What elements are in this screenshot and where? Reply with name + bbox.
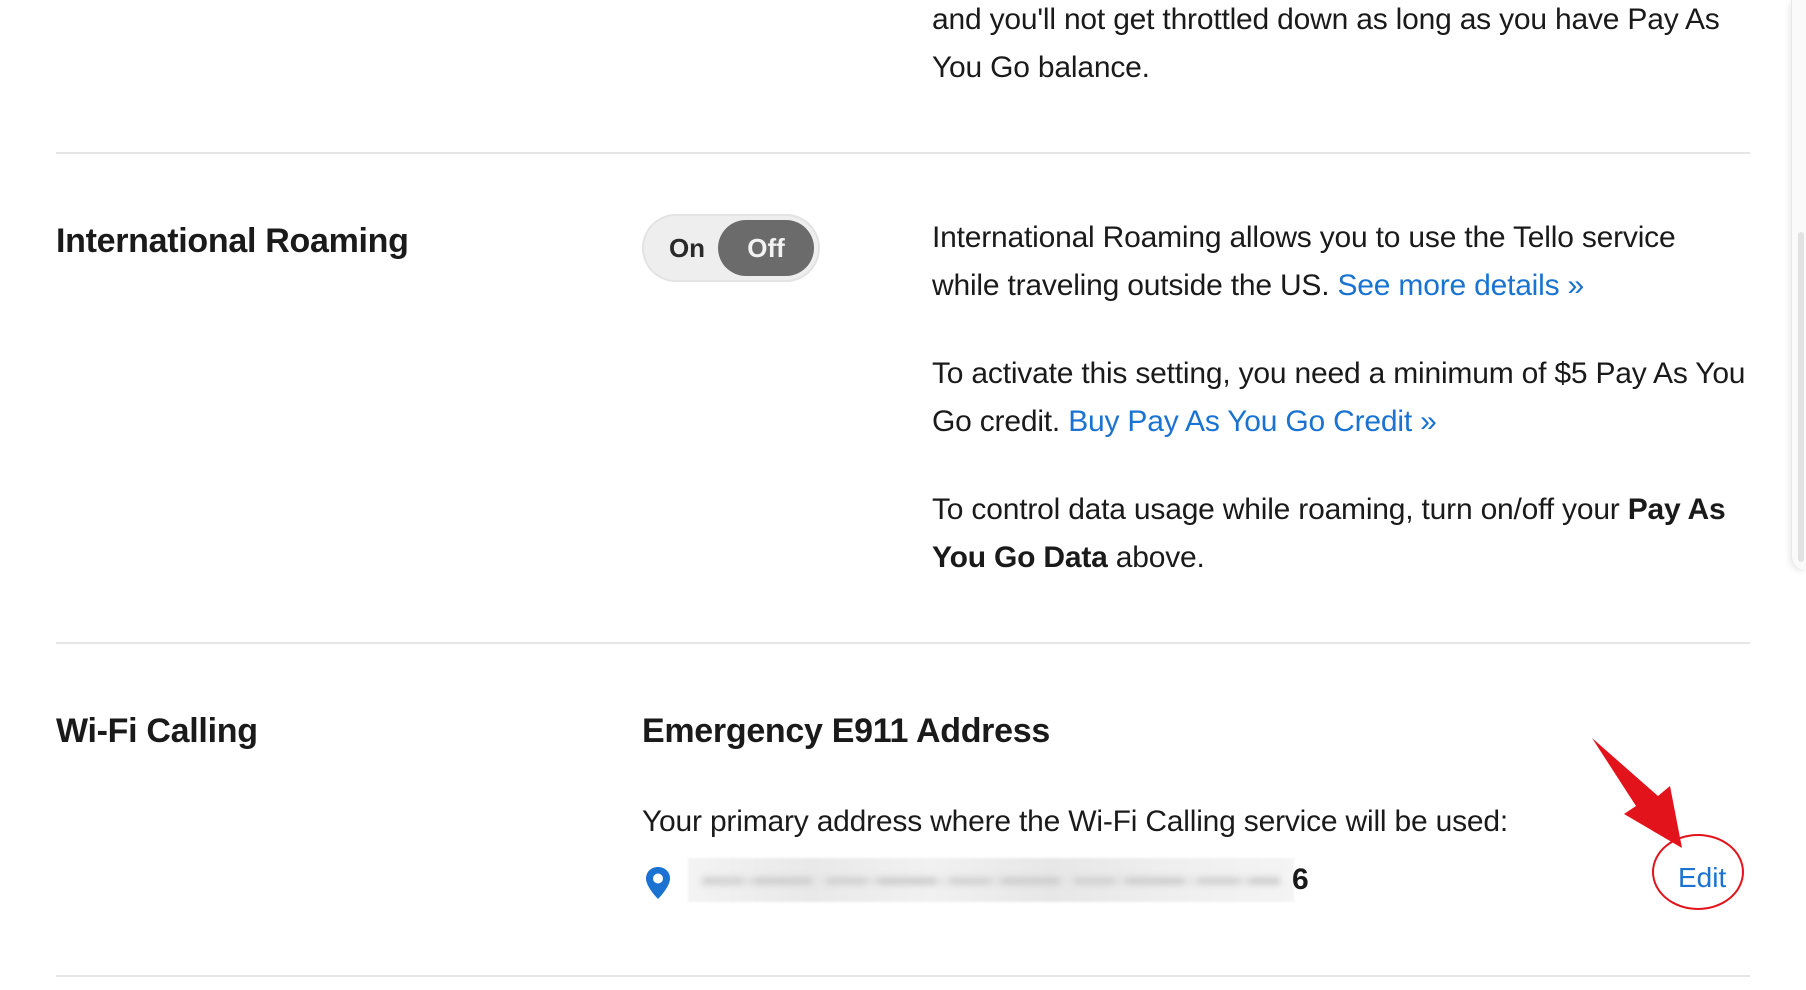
scrollbar-thumb[interactable] <box>1798 232 1804 562</box>
roaming-credit-text: Go credit. <box>932 405 1061 438</box>
roaming-credit-line1: To activate this setting, you need a min… <box>932 357 1746 390</box>
toggle-on-option[interactable]: On <box>650 220 724 276</box>
roaming-description: International Roaming allows you to use … <box>932 214 1762 310</box>
see-more-details-link[interactable]: See more details » <box>1338 269 1585 302</box>
redacted-address <box>688 858 1294 902</box>
toggle-off-option[interactable]: Off <box>718 220 814 276</box>
roaming-description-line1: International Roaming allows you to use … <box>932 221 1676 254</box>
international-roaming-toggle[interactable]: On Off <box>642 214 820 282</box>
international-roaming-title: International Roaming <box>56 222 409 260</box>
section-divider <box>56 152 1750 154</box>
roaming-data-note-bold1: Pay As <box>1627 493 1726 526</box>
roaming-data-note-line1: To control data usage while roaming, tur… <box>932 486 1762 534</box>
roaming-data-note-tail: above. <box>1115 541 1205 574</box>
section-divider <box>56 642 1750 644</box>
red-arrow-icon <box>1592 738 1682 848</box>
roaming-description-text: while traveling outside the US. <box>932 269 1330 302</box>
pay-as-you-go-description-line1: and you'll not get throttled down as lon… <box>932 3 1720 36</box>
roaming-credit-requirement: To activate this setting, you need a min… <box>932 350 1762 446</box>
pay-as-you-go-description-line2: You Go balance. <box>932 51 1150 84</box>
section-divider <box>56 975 1750 977</box>
emergency-address-heading: Emergency E911 Address <box>642 712 1050 750</box>
pay-as-you-go-description: and you'll not get throttled down as lon… <box>932 0 1752 92</box>
address-tail: 6 <box>1292 863 1309 896</box>
wifi-calling-title: Wi-Fi Calling <box>56 712 258 750</box>
roaming-data-usage-note: To control data usage while roaming, tur… <box>932 486 1762 582</box>
address-intro: Your primary address where the Wi-Fi Cal… <box>642 805 1509 838</box>
roaming-data-note-line2: You Go Data above. <box>932 534 1762 582</box>
settings-page: and you'll not get throttled down as lon… <box>0 0 1806 990</box>
location-pin-icon <box>646 867 670 899</box>
roaming-credit-line2: Go credit. Buy Pay As You Go Credit » <box>932 398 1762 446</box>
scrollbar-track[interactable] <box>1791 0 1806 570</box>
roaming-description-line2: while traveling outside the US. See more… <box>932 262 1762 310</box>
roaming-data-note-bold2: You Go Data <box>932 541 1108 574</box>
roaming-data-note-text: To control data usage while roaming, tur… <box>932 493 1620 526</box>
buy-credit-link[interactable]: Buy Pay As You Go Credit » <box>1068 405 1437 438</box>
